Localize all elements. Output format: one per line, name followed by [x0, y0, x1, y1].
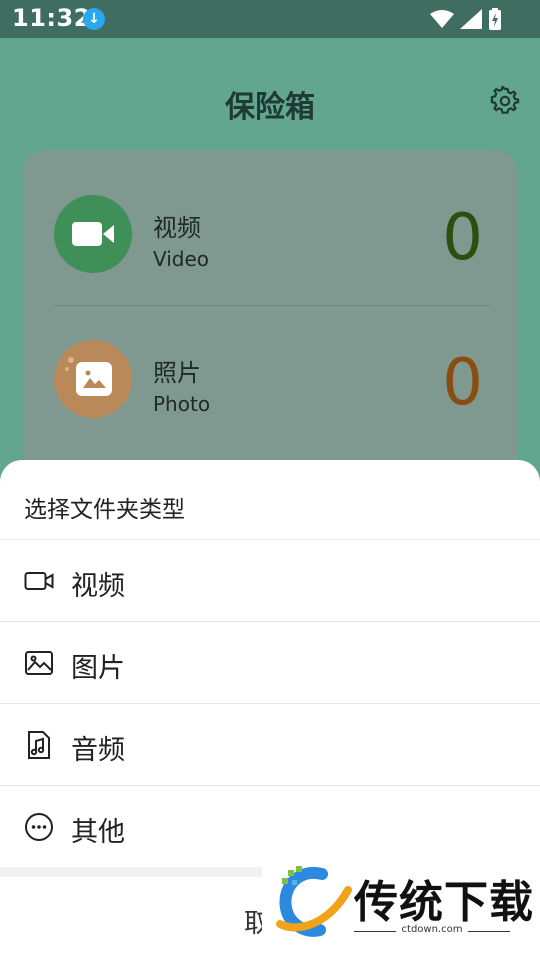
status-bar: 11:32 ↓ [0, 0, 540, 38]
sheet-title: 选择文件夹类型 [24, 497, 185, 523]
option-image[interactable]: 图片 [0, 622, 540, 704]
ctdown-logo-icon [276, 866, 352, 937]
audio-file-icon [28, 731, 50, 759]
signal-icon [460, 9, 482, 29]
status-time: 11:32 [12, 4, 91, 32]
vault-item-video[interactable]: 视频 Video 0 [23, 150, 517, 295]
vault-item-subtitle: Video [153, 247, 210, 271]
watermark-text: 传统下载 [354, 877, 534, 928]
option-label: 视频 [71, 571, 125, 602]
option-audio[interactable]: 音频 [0, 704, 540, 786]
photo-icon [54, 340, 132, 418]
status-icons [430, 8, 502, 30]
battery-charging-icon [489, 8, 501, 30]
watermark-url: ctdown.com [354, 924, 510, 935]
vault-item-name: 照片 [153, 359, 201, 387]
option-label: 图片 [71, 653, 125, 684]
page-title: 保险箱 [225, 90, 315, 125]
image-icon [25, 651, 53, 675]
option-label: 音频 [71, 735, 125, 766]
vault-item-name: 视频 [153, 214, 201, 242]
vault-item-photo[interactable]: 照片 Photo 0 [23, 295, 517, 440]
video-icon [24, 572, 54, 590]
download-icon: ↓ [83, 8, 105, 30]
vault-item-subtitle: Photo [153, 392, 211, 416]
more-circle-icon [25, 813, 53, 841]
vault-item-count: 0 [442, 201, 483, 275]
option-other[interactable]: 其他 [0, 786, 540, 868]
option-label: 其他 [71, 817, 125, 848]
video-camera-icon [54, 195, 132, 273]
wifi-icon [430, 10, 454, 28]
watermark: 传统下载 ctdown.com [262, 860, 540, 960]
option-video[interactable]: 视频 [0, 540, 540, 622]
vault-card: 视频 Video 0 照片 Photo 0 [23, 150, 517, 510]
gear-icon[interactable] [490, 86, 520, 116]
vault-item-count: 0 [442, 346, 483, 420]
app-header: 保险箱 [0, 38, 540, 148]
